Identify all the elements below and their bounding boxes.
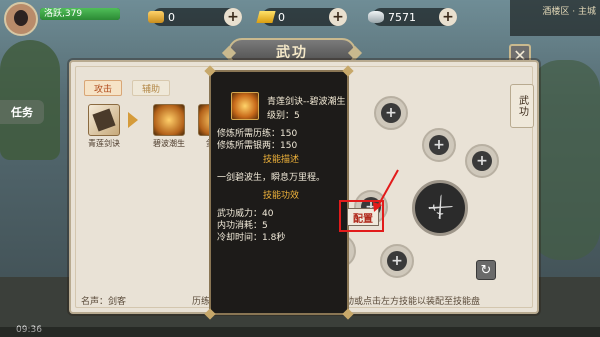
- skill-label-2: 碧波潮生: [153, 139, 185, 148]
- skill-tooltip: 青莲剑诀--碧波潮生 级别：5 修炼所需历练：150 修炼所需银两：150 技能…: [204, 65, 354, 320]
- coin-currency: 0 +: [148, 8, 242, 26]
- add-silver-button[interactable]: +: [439, 8, 457, 26]
- add-gold-button[interactable]: +: [329, 8, 347, 26]
- side-tab-martial-arts[interactable]: 武功: [510, 84, 534, 128]
- gold-value: 0: [278, 10, 285, 24]
- skill-icon: [231, 92, 259, 120]
- tooltip-cooldown: 冷却时间：1.8秒: [217, 233, 286, 243]
- add-coin-button[interactable]: +: [224, 8, 242, 26]
- silver-value: 7571: [388, 10, 416, 24]
- tooltip-desc-header: 技能描述: [262, 155, 299, 165]
- scroll-icon: [92, 108, 116, 132]
- silver-currency: 7571 +: [368, 8, 457, 26]
- skill-wheel-slot[interactable]: +: [380, 244, 414, 278]
- player-name: 洛跃,379: [44, 9, 83, 19]
- main-attack-slot[interactable]: ⚔: [412, 180, 468, 236]
- skill-wheel-slot[interactable]: +: [374, 96, 408, 130]
- gold-ingot-icon: [256, 11, 276, 23]
- plus-icon: +: [472, 151, 492, 171]
- skill-slot-1[interactable]: [88, 104, 120, 136]
- plus-icon: +: [429, 135, 449, 155]
- tab-attack[interactable]: 攻击: [84, 80, 122, 96]
- skill-slot-2[interactable]: [153, 104, 185, 136]
- arrow-right-icon: [128, 112, 138, 128]
- silver-ingot-icon: [368, 11, 384, 23]
- player-avatar[interactable]: [4, 2, 38, 36]
- skill-wheel-slot[interactable]: +: [465, 144, 499, 178]
- skill-wheel-slot[interactable]: +: [422, 128, 456, 162]
- refresh-button[interactable]: ↻: [476, 260, 496, 280]
- bottom-strip: [0, 327, 600, 337]
- tooltip-effect-header: 技能功效: [262, 191, 299, 201]
- map-location-label: 酒楼区 · 主城: [542, 7, 596, 17]
- tooltip-skill-level: 级别：5: [267, 111, 300, 121]
- plus-icon: +: [381, 103, 401, 123]
- coin-icon: [148, 11, 164, 23]
- top-hud: 洛跃,379 0 + 0 + 7571 + 酒楼区 · 主城: [0, 0, 600, 36]
- plus-icon: +: [387, 251, 407, 271]
- skill-label-1: 青莲剑诀: [88, 139, 120, 148]
- gold-currency: 0 +: [256, 8, 347, 26]
- fame-label: 名声：剑客: [81, 297, 127, 307]
- tooltip-skill-name: 青莲剑诀--碧波潮生: [267, 97, 346, 107]
- coin-value: 0: [168, 10, 175, 24]
- tooltip-req-silver: 修炼所需银两：150: [217, 141, 298, 151]
- tab-support[interactable]: 辅助: [132, 80, 170, 96]
- sword-icon: ⚔: [421, 189, 459, 227]
- tooltip-description: 一剑碧波生，瞬息万里程。: [217, 173, 326, 183]
- skill-category-tabs: 攻击 辅助: [84, 80, 170, 96]
- quest-tab[interactable]: 任务: [0, 100, 44, 124]
- scenery-tree: [530, 60, 600, 260]
- highlight-box: [339, 200, 384, 232]
